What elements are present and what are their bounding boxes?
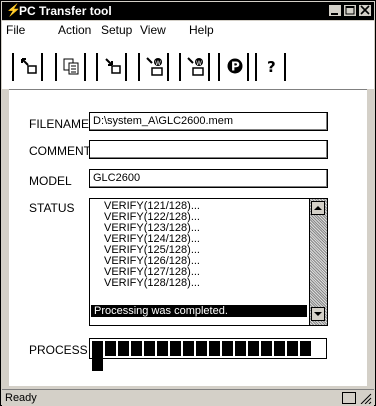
setup-send-icon: W	[146, 57, 163, 76]
copy-button[interactable]	[55, 53, 86, 81]
scroll-up-button[interactable]	[311, 201, 325, 215]
status-bar-text: Ready	[5, 392, 37, 404]
progress-segment	[300, 341, 311, 356]
progress-segment	[92, 356, 103, 371]
menu-setup[interactable]: Setup	[101, 23, 132, 37]
arrow-up-icon	[314, 206, 322, 210]
status-lines: VERIFY(121/128)... VERIFY(122/128)... VE…	[104, 201, 200, 289]
filename-label: FILENAME	[29, 117, 90, 131]
progress-segment	[248, 341, 259, 356]
resize-grip-icon[interactable]	[358, 392, 372, 404]
progress-segment	[183, 341, 194, 356]
progress-segment	[274, 341, 285, 356]
progress-segment	[196, 341, 207, 356]
filename-field[interactable]: D:\system_A\GLC2600.mem	[89, 112, 328, 131]
send-icon	[21, 58, 37, 74]
send-button[interactable]	[12, 53, 43, 81]
maximize-icon	[345, 6, 355, 15]
arrow-down-icon	[314, 312, 322, 316]
receive-icon	[105, 58, 121, 74]
status-panel	[342, 392, 356, 404]
svg-text:?: ?	[267, 58, 276, 75]
scroll-down-button[interactable]	[311, 307, 325, 321]
pc-transfer-window: ⚡ PC Transfer tool File Action Setup Vie…	[0, 0, 376, 406]
status-bar: Ready	[2, 389, 374, 406]
toolbar: W W P ?	[2, 39, 374, 89]
help-button[interactable]: ?	[255, 53, 286, 81]
menu-view[interactable]: View	[140, 23, 166, 37]
progress-segment	[222, 341, 233, 356]
status-log[interactable]: VERIFY(121/128)... VERIFY(122/128)... VE…	[89, 198, 328, 326]
model-field[interactable]: GLC2600	[89, 169, 328, 188]
progress-segment	[92, 341, 103, 356]
close-icon	[360, 5, 370, 15]
progress-segment	[170, 341, 181, 356]
menu-bar: File Action Setup View Help	[2, 21, 374, 39]
window-title: PC Transfer tool	[19, 4, 112, 18]
setup-send-button[interactable]: W	[138, 53, 169, 81]
maximize-button[interactable]	[343, 4, 357, 17]
title-bar[interactable]: ⚡ PC Transfer tool	[2, 2, 374, 20]
close-button[interactable]	[358, 4, 372, 17]
progress-segment	[118, 341, 129, 356]
help-icon: ?	[267, 58, 276, 75]
svg-text:W: W	[155, 60, 161, 67]
p-button[interactable]: P	[218, 53, 249, 81]
status-completed-line: Processing was completed.	[91, 305, 307, 317]
progress-segment	[235, 341, 246, 356]
copy-icon	[63, 58, 79, 75]
process-progress-bar	[89, 338, 327, 371]
menu-action[interactable]: Action	[58, 23, 91, 37]
status-line: VERIFY(128/128)...	[104, 277, 200, 289]
menu-file[interactable]: File	[6, 23, 25, 37]
setup-receive-icon: W	[187, 57, 204, 76]
svg-text:W: W	[196, 60, 202, 67]
menu-help[interactable]: Help	[189, 23, 214, 37]
progress-segment	[287, 341, 298, 356]
comment-field[interactable]	[89, 140, 328, 159]
model-label: MODEL	[29, 174, 72, 188]
svg-text:P: P	[231, 60, 240, 74]
progress-segment	[105, 341, 116, 356]
progress-segment	[157, 341, 168, 356]
progress-segment	[261, 341, 272, 356]
setup-receive-button[interactable]: W	[179, 53, 210, 81]
progress-segment	[209, 341, 220, 356]
process-label: PROCESS	[29, 343, 88, 357]
receive-button[interactable]	[96, 53, 127, 81]
minimize-button[interactable]	[328, 4, 342, 17]
comment-label: COMMENT	[29, 144, 91, 158]
status-label: STATUS	[29, 201, 75, 215]
minimize-icon	[331, 13, 338, 15]
p-icon: P	[227, 58, 243, 74]
progress-segment	[131, 341, 142, 356]
progress-segment	[144, 341, 155, 356]
status-scrollbar[interactable]	[309, 199, 327, 325]
